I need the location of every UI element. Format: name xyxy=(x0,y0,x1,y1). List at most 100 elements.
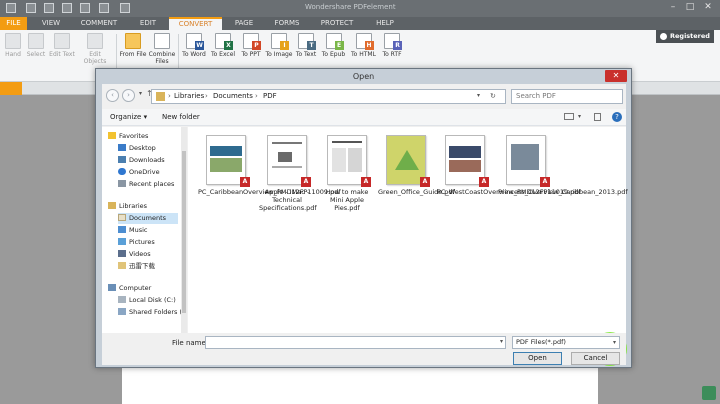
breadcrumb-libraries[interactable]: Libraries xyxy=(174,92,204,100)
navigation-pane: Favorites Desktop Downloads OneDrive Rec… xyxy=(102,127,187,333)
redo-icon[interactable] xyxy=(80,3,90,13)
tab-comment[interactable]: COMMENT xyxy=(76,17,122,30)
file-item[interactable]: A PC_CaribbeanOverview_PMD12FP11009.pdf xyxy=(198,135,341,196)
nav-shared-folders[interactable]: Shared Folders (\ xyxy=(118,307,184,318)
tab-help[interactable]: HELP xyxy=(368,17,402,30)
tab-view[interactable]: VIEW xyxy=(34,17,68,30)
nav-libraries[interactable]: Libraries xyxy=(108,201,147,212)
pdf-thumbnail: A xyxy=(506,135,550,187)
view-icon[interactable] xyxy=(564,113,574,120)
to-epub-button[interactable]: E To Epub xyxy=(320,33,347,58)
maximize-icon[interactable]: □ xyxy=(684,2,696,13)
back-icon[interactable]: ‹ xyxy=(106,89,119,102)
to-word-button[interactable]: W To Word xyxy=(181,33,207,58)
view-dropdown-icon[interactable]: ▾ xyxy=(578,113,581,120)
pdf-icon: A xyxy=(361,177,371,187)
edit-objects-icon xyxy=(87,33,103,49)
from-file-button[interactable]: From File xyxy=(119,33,147,58)
open-dialog: Open ✕ ‹ › ▾ ↑ › Libraries › Documents ›… xyxy=(95,68,632,368)
tab-edit[interactable]: EDIT xyxy=(128,17,168,30)
organize-button[interactable]: Organize ▾ xyxy=(110,113,147,121)
to-html-button[interactable]: H To HTML xyxy=(349,33,378,58)
file-item[interactable]: A Princess_Overview_Caribbean_2013.pdf xyxy=(498,135,628,196)
file-item[interactable]: A How to make Mini Apple Pies.pdf xyxy=(319,135,375,212)
nav-documents[interactable]: Documents xyxy=(118,213,178,224)
address-bar[interactable]: › Libraries › Documents › PDF ▾ ↻ xyxy=(151,89,506,104)
file-item[interactable]: A Apple - iMac - Technical Specification… xyxy=(259,135,317,212)
file-item[interactable]: A Green_Office_Guide.pdf xyxy=(378,135,455,196)
new-folder-button[interactable]: New folder xyxy=(162,113,200,121)
edit-objects-button[interactable]: Edit Objects xyxy=(77,33,113,65)
pdf-thumbnail: A xyxy=(206,135,250,187)
refresh-icon[interactable]: ↻ xyxy=(490,92,496,100)
forward-icon[interactable]: › xyxy=(122,89,135,102)
file-name: Princess_Overview_Caribbean_2013.pdf xyxy=(498,188,628,196)
help-icon[interactable]: ? xyxy=(612,112,622,122)
nav-xunlei[interactable]: 迅雷下载 xyxy=(118,261,155,272)
cancel-button[interactable]: Cancel xyxy=(571,352,620,365)
print-icon[interactable] xyxy=(44,3,54,13)
save-icon[interactable] xyxy=(26,3,36,13)
library-icon xyxy=(108,202,116,209)
tab-file[interactable]: FILE xyxy=(0,17,27,30)
dialog-toolbar: Organize ▾ New folder ▾ ? xyxy=(102,109,626,126)
open-button[interactable]: Open xyxy=(513,352,562,365)
to-text-button[interactable]: T To Text xyxy=(294,33,318,58)
tab-page[interactable]: PAGE xyxy=(224,17,264,30)
nav-onedrive[interactable]: OneDrive xyxy=(118,167,160,178)
tab-forms[interactable]: FORMS xyxy=(268,17,306,30)
address-dropdown-icon[interactable]: ▾ xyxy=(477,92,480,99)
minimize-icon[interactable]: – xyxy=(667,2,679,13)
breadcrumb-documents[interactable]: Documents xyxy=(213,92,253,100)
to-image-button[interactable]: I To Image xyxy=(265,33,293,58)
nav-pictures[interactable]: Pictures xyxy=(118,237,155,248)
file-list: A PC_CaribbeanOverview_PMD12FP11009.pdf … xyxy=(188,127,628,366)
library-icon xyxy=(156,92,165,101)
tab-convert[interactable]: CONVERT xyxy=(169,17,222,30)
nav-recent-places[interactable]: Recent places xyxy=(118,179,174,190)
nav-local-disk[interactable]: Local Disk (C:) xyxy=(118,295,176,306)
nav-scrollbar-thumb[interactable] xyxy=(182,151,186,313)
window-icon[interactable] xyxy=(120,3,130,13)
nav-music[interactable]: Music xyxy=(118,225,148,236)
hand-button[interactable]: Hand xyxy=(3,33,23,58)
nav-videos[interactable]: Videos xyxy=(118,249,151,260)
search-input[interactable]: Search PDF xyxy=(511,89,623,104)
app-title: Wondershare PDFelement xyxy=(305,3,396,11)
hand-icon xyxy=(5,33,21,49)
nav-scrollbar[interactable] xyxy=(181,127,187,333)
to-ppt-button[interactable]: P To PPT xyxy=(238,33,264,58)
home-icon[interactable] xyxy=(0,82,22,95)
nav-computer[interactable]: Computer xyxy=(108,283,151,294)
dialog-close-button[interactable]: ✕ xyxy=(605,70,627,82)
recent-dropdown-icon[interactable]: ▾ xyxy=(139,90,142,97)
to-rtf-button[interactable]: R To RTF xyxy=(379,33,405,58)
open-icon[interactable] xyxy=(99,3,109,13)
undo-icon[interactable] xyxy=(62,3,72,13)
network-drive-icon xyxy=(118,308,126,315)
nav-favorites[interactable]: Favorites xyxy=(108,131,148,142)
desktop-icon xyxy=(118,144,126,151)
nav-downloads[interactable]: Downloads xyxy=(118,155,165,166)
address-row: ‹ › ▾ ↑ › Libraries › Documents › PDF ▾ … xyxy=(102,87,626,107)
videos-icon xyxy=(118,250,126,257)
ppt-icon: P xyxy=(243,33,261,50)
corner-icon[interactable] xyxy=(702,386,716,400)
title-bar: Wondershare PDFelement – □ ✕ xyxy=(0,0,720,17)
registered-badge[interactable]: Registered xyxy=(656,30,714,43)
file-item[interactable]: A PC_WestCoastOverview_PMD12FP11019.pdf xyxy=(437,135,581,196)
file-name-input[interactable]: ▾ xyxy=(205,336,506,349)
chevron-down-icon[interactable]: ▾ xyxy=(500,338,503,345)
preview-pane-icon[interactable] xyxy=(594,113,601,121)
edit-text-button[interactable]: Edit Text xyxy=(49,33,75,58)
close-icon[interactable]: ✕ xyxy=(702,2,714,13)
combine-files-button[interactable]: Combine Files xyxy=(148,33,176,65)
music-icon xyxy=(118,226,126,233)
breadcrumb-pdf[interactable]: PDF xyxy=(263,92,277,100)
nav-desktop[interactable]: Desktop xyxy=(118,143,156,154)
file-type-select[interactable]: PDF Files(*.pdf) ▾ xyxy=(512,336,620,349)
tab-protect[interactable]: PROTECT xyxy=(315,17,359,30)
select-button[interactable]: Select xyxy=(26,33,46,58)
pdf-icon: A xyxy=(479,177,489,187)
to-excel-button[interactable]: X To Excel xyxy=(210,33,236,58)
